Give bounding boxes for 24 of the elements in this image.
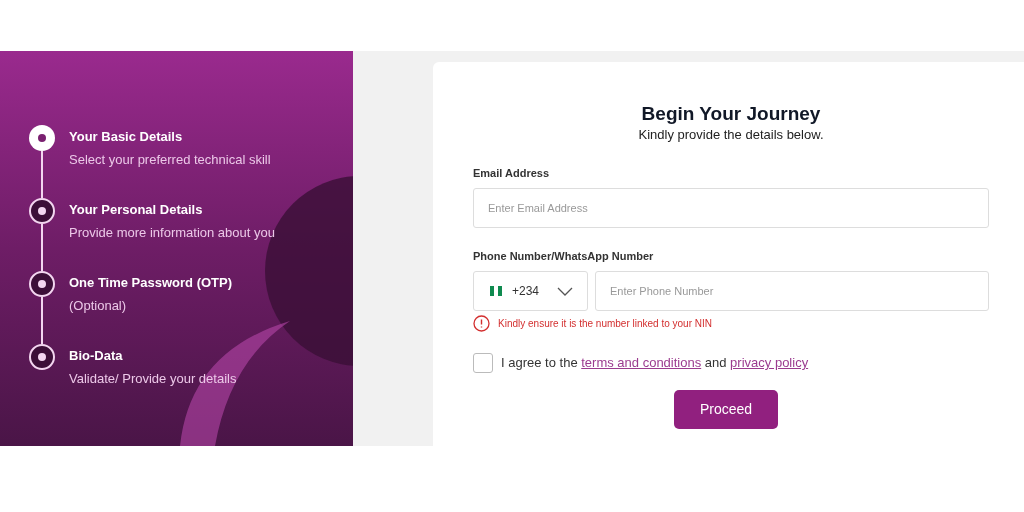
step-subtitle: Select your preferred technical skill [69,152,271,168]
agree-checkbox[interactable] [473,353,493,373]
field-label: Email Address [473,166,550,180]
form-subtitle: Kindly provide the details below. [638,126,824,144]
privacy-link[interactable]: privacy policy [730,355,809,371]
agreement-text: I agree to the terms and conditions and privacy policy [501,354,809,373]
step-subtitle: Provide more information about you [69,225,275,241]
step-subtitle: (Optional) [69,298,128,314]
field-label: Phone Number/WhatsApp Number [473,249,655,263]
country-code-dropdown[interactable]: +234 [473,271,588,311]
step-title: Bio-Data [69,348,124,364]
step-title: Your Personal Details [69,202,204,218]
proceed-button[interactable]: Proceed [674,390,778,429]
form-title: Begin Your Journey [641,102,821,126]
step-title: Your Basic Details [69,129,184,145]
flag-icon [490,286,502,296]
chevron-down-icon [557,286,573,296]
warning-icon [473,315,490,332]
terms-link[interactable]: terms and conditions [581,355,702,371]
phone-field[interactable]: Enter Phone Number [595,271,989,311]
warning-text: Kindly ensure it is the number linked to your NIN [498,317,712,331]
email-field[interactable]: Enter Email Address [473,188,989,228]
step-subtitle: Validate/ Provide your details [69,371,237,387]
step-title: One Time Password (OTP) [69,275,233,291]
